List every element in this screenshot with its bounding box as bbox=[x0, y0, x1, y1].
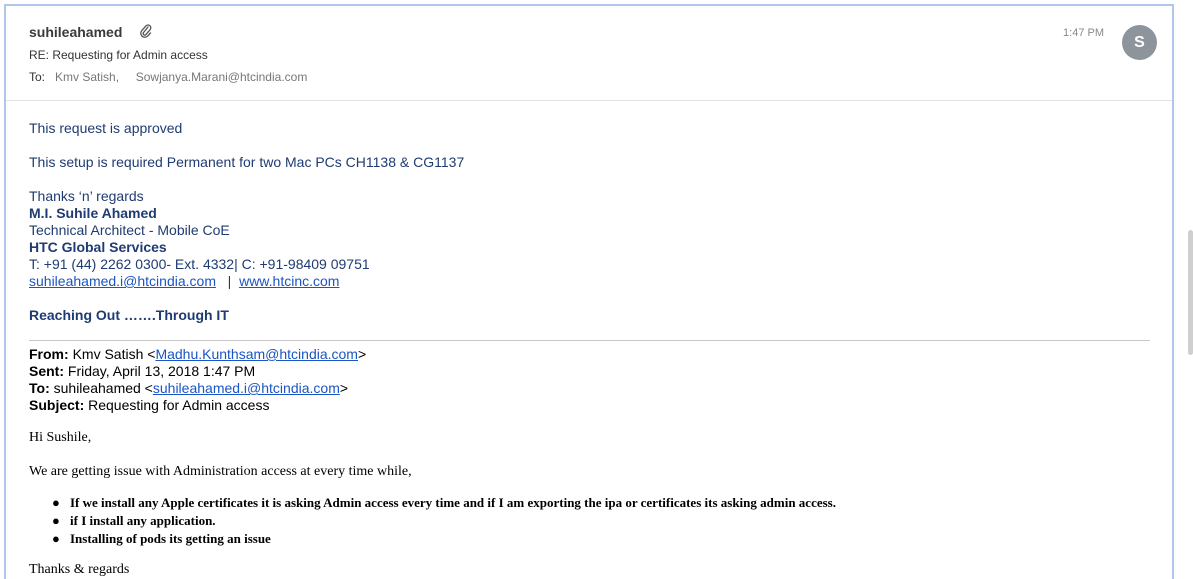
list-item: ● Installing of pods its getting an issue bbox=[52, 531, 271, 546]
to-email-link[interactable]: suhileahamed.i@htcindia.com bbox=[153, 380, 340, 396]
recipient[interactable]: Kmv Satish, bbox=[55, 70, 119, 84]
body-line: This request is approved bbox=[29, 120, 183, 136]
avatar[interactable]: S bbox=[1122, 25, 1157, 60]
quoted-from: From: Kmv Satish <Madhu.Kunthsam@htcindi… bbox=[29, 346, 367, 362]
from-email-link[interactable]: Madhu.Kunthsam@htcindia.com bbox=[155, 346, 358, 362]
message-subject: RE: Requesting for Admin access bbox=[29, 48, 208, 62]
signature-company: HTC Global Services bbox=[29, 239, 167, 255]
signature-name: M.I. Suhile Ahamed bbox=[29, 205, 157, 221]
quoted-trailing: Thanks & regards bbox=[29, 562, 130, 577]
attachment-icon bbox=[140, 24, 152, 38]
header-divider bbox=[6, 100, 1172, 101]
scrollbar[interactable] bbox=[1183, 0, 1193, 569]
link-separator: | bbox=[227, 273, 232, 289]
website-link[interactable]: www.htcinc.com bbox=[239, 273, 339, 289]
message-time: 1:47 PM bbox=[1063, 27, 1104, 39]
signature-phone: T: +91 (44) 2262 0300- Ext. 4332| C: +91… bbox=[29, 256, 370, 272]
sender-name[interactable]: suhileahamed bbox=[29, 24, 122, 40]
email-link[interactable]: suhileahamed.i@htcindia.com bbox=[29, 273, 216, 289]
recipient[interactable]: Sowjanya.Marani@htcindia.com bbox=[136, 70, 308, 84]
signature-title: Technical Architect - Mobile CoE bbox=[29, 222, 230, 238]
signature-thanks: Thanks ‘n’ regards bbox=[29, 188, 144, 204]
quoted-subject: Subject: Requesting for Admin access bbox=[29, 397, 270, 413]
list-item: ● if I install any application. bbox=[52, 513, 216, 528]
quoted-to: To: suhileahamed <suhileahamed.i@htcindi… bbox=[29, 380, 349, 396]
body-line: This setup is required Permanent for two… bbox=[29, 154, 465, 170]
message-frame bbox=[4, 4, 1174, 579]
scrollbar-thumb[interactable] bbox=[1188, 230, 1193, 355]
signature-links: suhileahamed.i@htcindia.com | www.htcinc… bbox=[29, 273, 339, 289]
recipients-line: To: Kmv Satish, Sowjanya.Marani@htcindia… bbox=[29, 70, 307, 84]
quoted-intro: We are getting issue with Administration… bbox=[29, 464, 412, 479]
to-label: To: bbox=[29, 70, 46, 84]
list-item: ● If we install any Apple certificates it… bbox=[52, 495, 836, 510]
quoted-sent: Sent: Friday, April 13, 2018 1:47 PM bbox=[29, 363, 256, 379]
quoted-greeting: Hi Sushile, bbox=[29, 430, 92, 445]
quote-divider bbox=[29, 340, 1150, 341]
signature-tagline: Reaching Out …….Through IT bbox=[29, 307, 229, 323]
